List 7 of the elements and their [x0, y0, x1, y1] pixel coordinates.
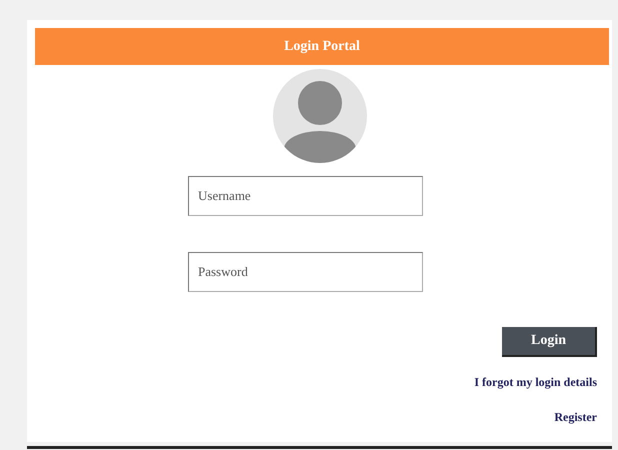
- register-link[interactable]: Register: [554, 410, 597, 425]
- forgot-details-link[interactable]: I forgot my login details: [474, 375, 597, 390]
- header-title: Login Portal: [284, 38, 360, 54]
- login-button[interactable]: Login: [502, 327, 597, 357]
- user-avatar-icon: [273, 69, 367, 163]
- password-field[interactable]: Password: [188, 252, 423, 292]
- username-field[interactable]: Username: [188, 176, 423, 216]
